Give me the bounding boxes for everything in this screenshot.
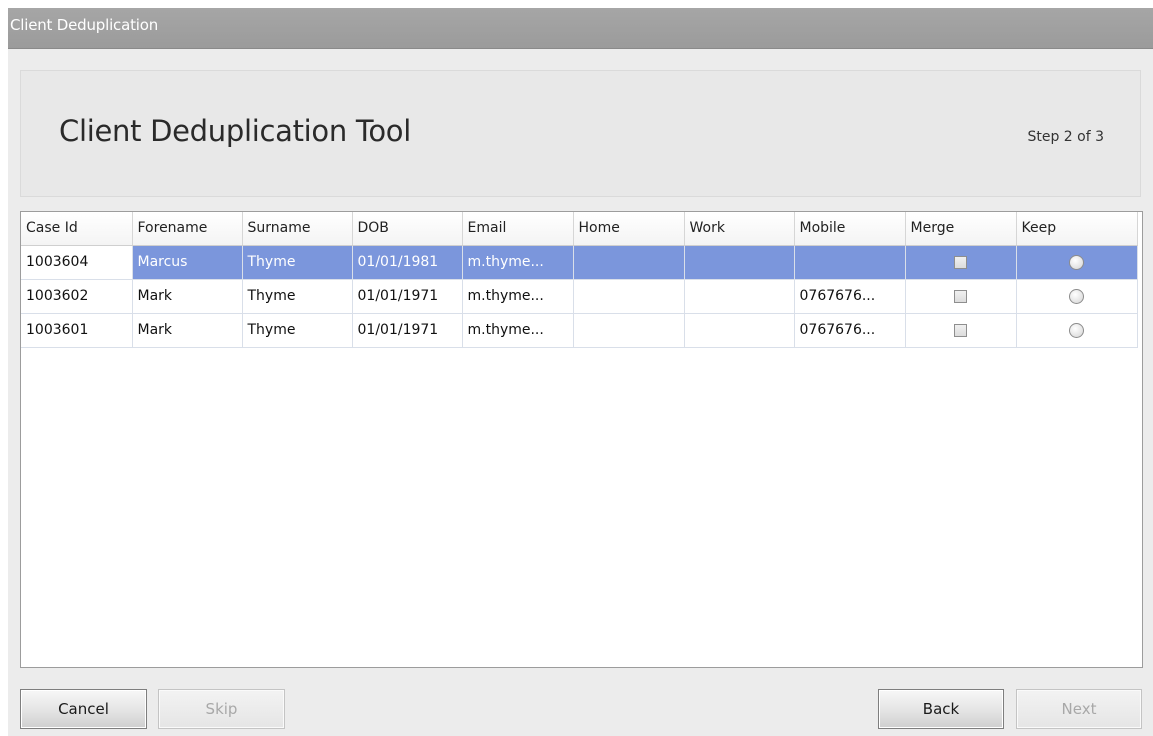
client-grid[interactable]: Case Id Forename Surname DOB Email Home … (20, 211, 1143, 668)
title-bar[interactable]: Client Deduplication (8, 8, 1153, 49)
cell-surname[interactable]: Thyme (242, 313, 353, 348)
cell-work[interactable] (684, 245, 795, 280)
cell-dob[interactable]: 01/01/1981 (352, 245, 463, 280)
cell-forename[interactable]: Mark (132, 313, 243, 348)
cell-mobile[interactable] (794, 245, 906, 280)
cell-email[interactable]: m.thyme... (462, 279, 574, 314)
merge-checkbox[interactable] (954, 323, 967, 337)
cell-forename[interactable]: Marcus (132, 245, 243, 280)
table-row[interactable]: 1003604 Marcus Thyme 01/01/1981 m.thyme.… (21, 245, 1138, 280)
cell-surname[interactable]: Thyme (242, 279, 353, 314)
skip-button[interactable]: Skip (158, 689, 285, 729)
cell-home[interactable] (573, 279, 685, 314)
cell-case-id[interactable]: 1003604 (21, 245, 133, 280)
column-header-forename[interactable]: Forename (132, 212, 243, 246)
cell-dob[interactable]: 01/01/1971 (352, 279, 463, 314)
cell-forename[interactable]: Mark (132, 279, 243, 314)
keep-radio[interactable] (1069, 254, 1084, 270)
column-header-merge[interactable]: Merge (905, 212, 1017, 246)
cell-work[interactable] (684, 313, 795, 348)
back-button[interactable]: Back (878, 689, 1004, 729)
keep-radio[interactable] (1069, 322, 1084, 338)
header-panel: Client Deduplication Tool Step 2 of 3 (20, 70, 1141, 197)
cell-keep (1016, 245, 1138, 280)
client-table: Case Id Forename Surname DOB Email Home … (21, 212, 1138, 348)
column-header-case-id[interactable]: Case Id (21, 212, 133, 246)
table-row[interactable]: 1003602 Mark Thyme 01/01/1971 m.thyme...… (21, 279, 1138, 314)
merge-checkbox[interactable] (954, 255, 967, 269)
column-header-home[interactable]: Home (573, 212, 685, 246)
keep-radio[interactable] (1069, 288, 1084, 304)
cell-work[interactable] (684, 279, 795, 314)
cell-merge (905, 279, 1017, 314)
cell-dob[interactable]: 01/01/1971 (352, 313, 463, 348)
cell-mobile[interactable]: 0767676... (794, 279, 906, 314)
window-title: Client Deduplication (10, 16, 159, 34)
column-header-email[interactable]: Email (462, 212, 574, 246)
cell-keep (1016, 313, 1138, 348)
cell-keep (1016, 279, 1138, 314)
merge-checkbox[interactable] (954, 289, 967, 303)
column-header-mobile[interactable]: Mobile (794, 212, 906, 246)
dedup-window: Client Deduplication Client Deduplicatio… (8, 8, 1153, 736)
cell-merge (905, 245, 1017, 280)
cell-home[interactable] (573, 245, 685, 280)
cell-merge (905, 313, 1017, 348)
page-title: Client Deduplication Tool (59, 114, 411, 148)
header-row: Case Id Forename Surname DOB Email Home … (21, 212, 1138, 246)
cell-home[interactable] (573, 313, 685, 348)
cell-surname[interactable]: Thyme (242, 245, 353, 280)
cell-case-id[interactable]: 1003601 (21, 313, 133, 348)
column-header-dob[interactable]: DOB (352, 212, 463, 246)
cell-email[interactable]: m.thyme... (462, 313, 574, 348)
column-header-surname[interactable]: Surname (242, 212, 353, 246)
cell-mobile[interactable]: 0767676... (794, 313, 906, 348)
cell-email[interactable]: m.thyme... (462, 245, 574, 280)
table-row[interactable]: 1003601 Mark Thyme 01/01/1971 m.thyme...… (21, 313, 1138, 348)
next-button[interactable]: Next (1016, 689, 1142, 729)
step-indicator: Step 2 of 3 (1027, 129, 1104, 145)
cancel-button[interactable]: Cancel (20, 689, 147, 729)
column-header-work[interactable]: Work (684, 212, 795, 246)
cell-case-id[interactable]: 1003602 (21, 279, 133, 314)
column-header-keep[interactable]: Keep (1016, 212, 1138, 246)
